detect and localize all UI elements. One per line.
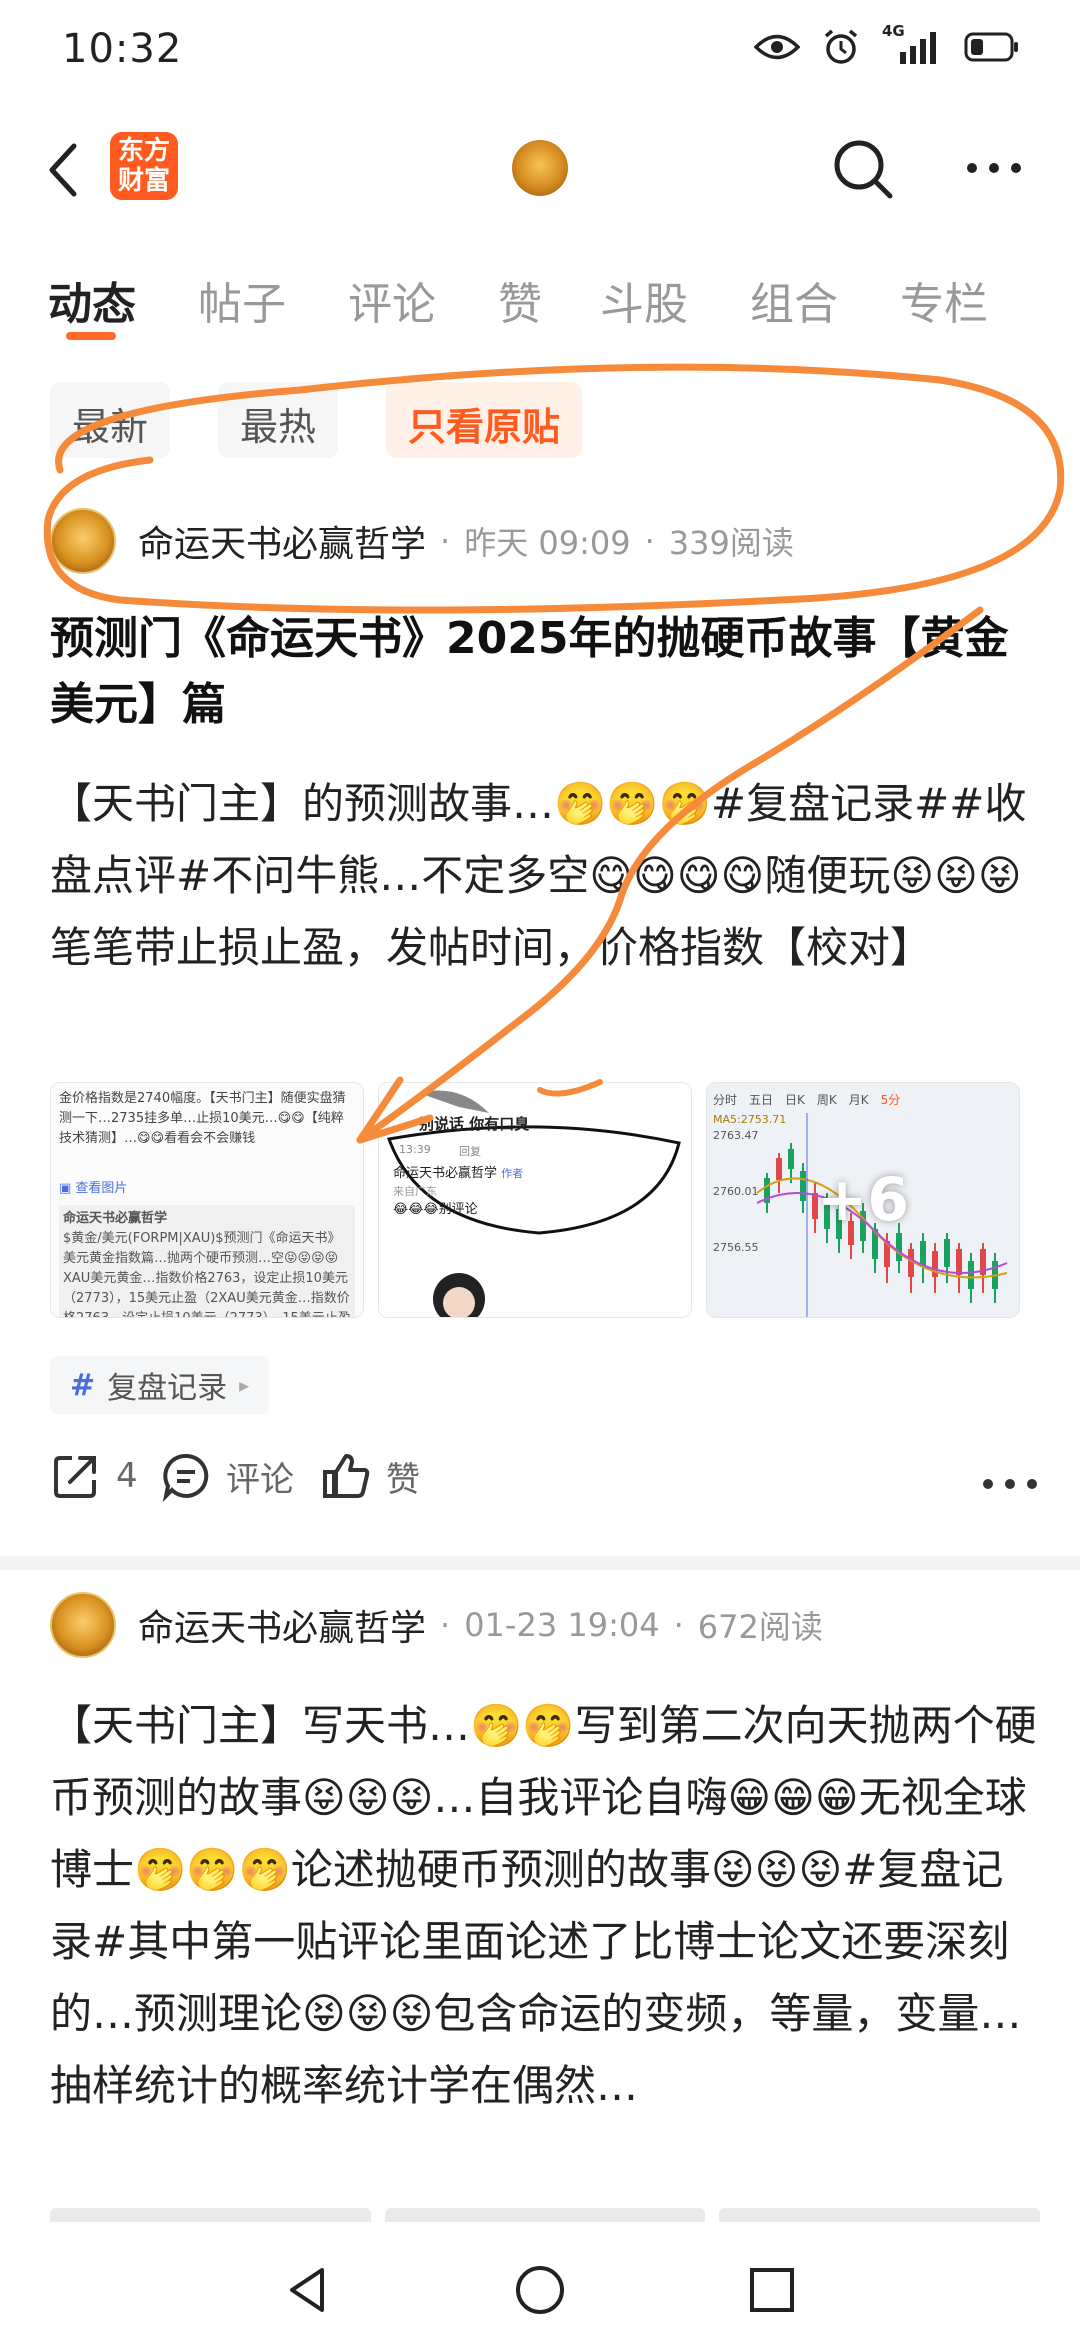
alarm-icon: [824, 29, 858, 64]
status-time: 10:32: [62, 26, 183, 72]
like-button[interactable]: 赞: [320, 1450, 420, 1502]
filter-hot[interactable]: 最热: [218, 382, 339, 458]
comment-reply: 回复: [459, 1145, 481, 1158]
post-images: 金价格指数是2740幅度。【天书门主】随便实盘猜测一下…2735挂多单…止损10…: [50, 1082, 1040, 1318]
post-time: 昨天 09:09: [464, 524, 631, 562]
more-horizontal-icon[interactable]: [964, 160, 1024, 176]
system-nav-bar: [0, 2240, 1080, 2340]
comment-location: 来自广东: [393, 1185, 437, 1198]
post-images-peek: [50, 2208, 1041, 2222]
topic-tag-label: 复盘记录: [107, 1371, 228, 1406]
nav-recents-icon[interactable]: [744, 2262, 800, 2318]
tab-portfolio[interactable]: 组合: [750, 268, 838, 332]
top-app-bar: 东方财富: [0, 110, 1080, 230]
post-meta-separator: ·: [673, 1606, 684, 1644]
author-avatar[interactable]: [50, 508, 116, 574]
post-header: 命运天书必赢哲学 · 01-23 19:04 · 672阅读: [50, 1590, 823, 1660]
more-images-count: +6: [816, 1165, 910, 1235]
image-quoted-post: 命运天书必赢哲学 $黄金/美元(FORPM|XAU)$预测门《命运天书》美元黄金…: [59, 1205, 355, 1317]
hashtag-icon: #: [70, 1367, 96, 1403]
post-body[interactable]: 【天书门主】写天书…🤭🤭写到第二次向天抛两个硬币预测的故事😝😝😝…自我评论自嗨😁…: [50, 1690, 1040, 2194]
post-image-1[interactable]: 金价格指数是2740幅度。【天书门主】随便实盘猜测一下…2735挂多单…止损10…: [50, 1082, 364, 1318]
post-meta-separator: ·: [644, 522, 655, 560]
comment-icon: [162, 1453, 209, 1502]
tab-stock-battle[interactable]: 斗股: [600, 268, 688, 332]
meme-caption: 别说话 你有口臭: [419, 1115, 530, 1133]
filter-latest[interactable]: 最新: [50, 382, 171, 458]
author-name[interactable]: 命运天书必赢哲学: [138, 515, 426, 567]
image-peek: [719, 2208, 1041, 2222]
battery-icon: [964, 32, 1018, 62]
author-avatar[interactable]: [50, 1592, 116, 1658]
post-body[interactable]: 【天书门主】的预测故事…🤭🤭🤭#复盘记录##收盘点评#不问牛熊…不定多空😋😋😋😋…: [50, 768, 1040, 984]
post-time: 01-23 19:04: [464, 1606, 660, 1644]
comment-card: 命运天书必赢哲学 作者 来自广东 😂😂😂别评论: [393, 1165, 673, 1219]
chevron-left-icon[interactable]: [40, 140, 90, 200]
topic-tag[interactable]: # 复盘记录 ▸: [50, 1356, 270, 1414]
nav-home-icon[interactable]: [512, 2262, 568, 2318]
post-meta-separator: ·: [440, 522, 451, 560]
post-header: 命运天书必赢哲学 · 昨天 09:09 · 339阅读: [50, 506, 794, 576]
tab-comments[interactable]: 评论: [348, 268, 436, 332]
post-divider: [0, 1556, 1080, 1570]
status-bar: 10:32 4G: [0, 0, 1080, 100]
post-image-3[interactable]: 分时 五日 日K 周K 月K 5分 MA5:2753.71 2763.47 27…: [706, 1082, 1020, 1318]
more-horizontal-icon[interactable]: [980, 1476, 1040, 1492]
post-views: 672阅读: [697, 1608, 823, 1646]
image-peek: [384, 2208, 706, 2222]
comment-time: 13:39: [399, 1143, 431, 1156]
comment-text: 😂😂😂别评论: [393, 1202, 478, 1217]
post-image-2[interactable]: 别说话 你有口臭 13:39 回复 命运天书必赢哲学 作者 来自广东 😂😂😂别评…: [378, 1082, 692, 1318]
eye-icon: [754, 34, 800, 60]
user-avatar[interactable]: [512, 140, 568, 196]
view-image-label: 查看图片: [75, 1181, 128, 1196]
post-meta-separator: ·: [440, 1606, 451, 1644]
comment-button[interactable]: 评论: [160, 1450, 294, 1502]
author-name[interactable]: 命运天书必赢哲学: [138, 1599, 426, 1651]
signal-icon: 4G: [882, 22, 942, 66]
share-count: 4: [116, 1456, 138, 1496]
quoted-author: 命运天书必赢哲学: [63, 1211, 168, 1226]
image-peek: [50, 2208, 371, 2222]
image-text-top: 金价格指数是2740幅度。【天书门主】随便实盘猜测一下…2735挂多单…止损10…: [59, 1091, 346, 1146]
nav-back-icon[interactable]: [280, 2262, 336, 2318]
share-button[interactable]: 4: [50, 1450, 138, 1502]
post-actions: 4 评论 赞: [50, 1450, 1040, 1520]
search-icon[interactable]: [830, 136, 896, 202]
chevron-right-icon: ▸: [239, 1373, 250, 1397]
tab-column[interactable]: 专栏: [900, 268, 988, 332]
filter-original-only[interactable]: 只看原贴: [386, 382, 583, 458]
profile-tabs: 动态 帖子 评论 赞 斗股 组合 专栏: [0, 258, 1080, 340]
like-label: 赞: [386, 1459, 420, 1500]
comment-author: 命运天书必赢哲学: [393, 1166, 498, 1181]
post-views: 339阅读: [668, 524, 794, 562]
tab-dongtai[interactable]: 动态: [48, 268, 136, 332]
thumbs-up-icon: [323, 1454, 370, 1498]
status-icons: 4G: [754, 22, 1020, 66]
active-tab-indicator: [66, 332, 116, 340]
comment-label: 评论: [226, 1459, 294, 1500]
app-logo[interactable]: 东方财富: [110, 132, 178, 200]
view-image-link: ▣ 查看图片: [59, 1181, 128, 1196]
share-icon: [54, 1456, 96, 1498]
tab-likes[interactable]: 赞: [498, 268, 542, 332]
comment-author-badge: 作者: [501, 1167, 524, 1180]
post-title[interactable]: 预测门《命运天书》2025年的抛硬币故事【黄金美元】篇: [50, 606, 1040, 738]
tab-posts[interactable]: 帖子: [198, 268, 286, 332]
quoted-text: $黄金/美元(FORPM|XAU)$预测门《命运天书》美元黄金指数篇…抛两个硬币…: [63, 1231, 351, 1317]
